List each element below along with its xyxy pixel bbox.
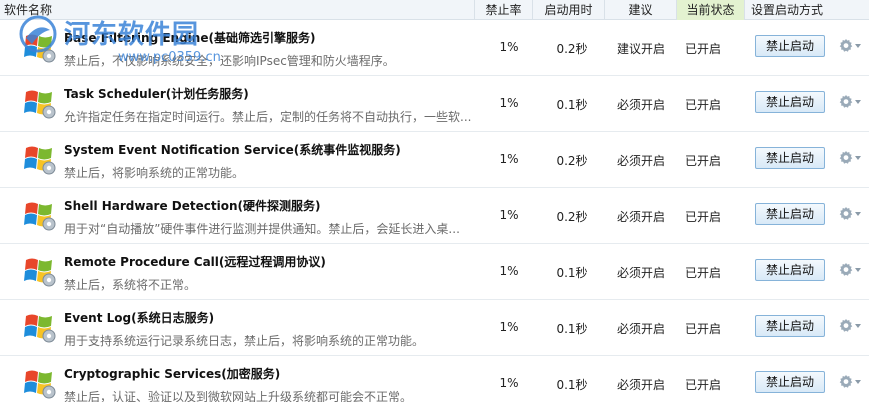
chevron-down-icon[interactable] xyxy=(855,380,861,384)
service-description: 用于对“自动播放”硬件事件进行监测并提供通知。禁止后，会延长进入桌... xyxy=(64,222,460,236)
table-header: 软件名称 禁止率 启动用时 建议 当前状态 设置启动方式 xyxy=(0,0,869,20)
advice-text: 必须开启 xyxy=(616,322,665,336)
table-row[interactable]: Remote Procedure Call(远程过程调用协议) 禁止后，系统将不… xyxy=(0,244,869,300)
table-row[interactable]: Shell Hardware Detection(硬件探测服务) 用于对“自动播… xyxy=(0,188,869,244)
chevron-down-icon[interactable] xyxy=(855,324,861,328)
column-header-status[interactable]: 当前状态 xyxy=(676,0,744,20)
advice-text: 必须开启 xyxy=(616,98,665,112)
disable-startup-button[interactable]: 禁止启动 xyxy=(755,203,825,225)
service-description: 禁止后，不仅影响系统安全，还影响IPsec管理和防火墙程序。 xyxy=(64,54,395,68)
disable-startup-button[interactable]: 禁止启动 xyxy=(755,259,825,281)
service-description: 禁止后，系统将不正常。 xyxy=(64,278,197,292)
chevron-down-icon[interactable] xyxy=(855,212,861,216)
service-name: System Event Notification Service(系统事件监视… xyxy=(64,143,401,157)
advice-text: 必须开启 xyxy=(616,378,665,392)
status-text: 已开启 xyxy=(684,322,721,336)
table-row[interactable]: Base Filtering Engine(基础筛选引擎服务) 禁止后，不仅影响… xyxy=(0,20,869,76)
service-name: Cryptographic Services(加密服务) xyxy=(64,367,281,381)
table-row[interactable]: Cryptographic Services(加密服务) 禁止后，认证、验证以及… xyxy=(0,356,869,402)
status-text: 已开启 xyxy=(684,378,721,392)
column-header-mode[interactable]: 设置启动方式 xyxy=(744,0,869,20)
startup-time: 0.2秒 xyxy=(556,210,588,224)
windows-service-icon xyxy=(24,258,56,287)
startup-time: 0.1秒 xyxy=(556,378,588,392)
disable-startup-button[interactable]: 禁止启动 xyxy=(755,371,825,393)
status-text: 已开启 xyxy=(684,154,721,168)
service-description: 用于支持系统运行记录系统日志，禁止后，将影响系统的正常功能。 xyxy=(64,334,425,348)
service-name: Task Scheduler(计划任务服务) xyxy=(64,87,249,101)
advice-text: 必须开启 xyxy=(616,154,665,168)
service-name: Remote Procedure Call(远程过程调用协议) xyxy=(64,255,326,269)
advice-text: 必须开启 xyxy=(616,210,665,224)
column-header-advice[interactable]: 建议 xyxy=(604,0,676,20)
disable-startup-button[interactable]: 禁止启动 xyxy=(755,35,825,57)
advice-text: 建议开启 xyxy=(616,42,665,56)
startup-time: 0.1秒 xyxy=(556,98,588,112)
gear-icon[interactable] xyxy=(838,150,854,166)
startup-time: 0.1秒 xyxy=(556,322,588,336)
service-description: 允许指定任务在指定时间运行。禁止后，定制的任务将不自动执行，一些软... xyxy=(64,110,472,124)
service-description: 禁止后，将影响系统的正常功能。 xyxy=(64,166,245,180)
gear-icon[interactable] xyxy=(838,374,854,390)
windows-service-icon xyxy=(24,146,56,175)
column-header-rate[interactable]: 禁止率 xyxy=(474,0,532,20)
chevron-down-icon[interactable] xyxy=(855,100,861,104)
chevron-down-icon[interactable] xyxy=(855,156,861,160)
column-header-time[interactable]: 启动用时 xyxy=(532,0,604,20)
disable-startup-button[interactable]: 禁止启动 xyxy=(755,315,825,337)
service-name: Base Filtering Engine(基础筛选引擎服务) xyxy=(64,31,316,45)
gear-icon[interactable] xyxy=(838,318,854,334)
gear-icon[interactable] xyxy=(838,262,854,278)
windows-service-icon xyxy=(24,34,56,63)
status-text: 已开启 xyxy=(684,266,721,280)
service-name: Shell Hardware Detection(硬件探测服务) xyxy=(64,199,321,213)
windows-service-icon xyxy=(24,314,56,343)
table-row[interactable]: Task Scheduler(计划任务服务) 允许指定任务在指定时间运行。禁止后… xyxy=(0,76,869,132)
startup-time: 0.1秒 xyxy=(556,266,588,280)
column-header-name[interactable]: 软件名称 xyxy=(0,0,474,20)
windows-service-icon xyxy=(24,90,56,119)
chevron-down-icon[interactable] xyxy=(855,44,861,48)
advice-text: 必须开启 xyxy=(616,266,665,280)
windows-service-icon xyxy=(24,202,56,231)
status-text: 已开启 xyxy=(684,42,721,56)
disable-startup-button[interactable]: 禁止启动 xyxy=(755,147,825,169)
startup-time: 0.2秒 xyxy=(556,154,588,168)
disable-startup-button[interactable]: 禁止启动 xyxy=(755,91,825,113)
service-description: 禁止后，认证、验证以及到微软网站上升级系统都可能会不正常。 xyxy=(64,390,413,402)
gear-icon[interactable] xyxy=(838,38,854,54)
chevron-down-icon[interactable] xyxy=(855,268,861,272)
windows-service-icon xyxy=(24,370,56,399)
table-row[interactable]: System Event Notification Service(系统事件监视… xyxy=(0,132,869,188)
status-text: 已开启 xyxy=(684,98,721,112)
service-name: Event Log(系统日志服务) xyxy=(64,311,215,325)
status-text: 已开启 xyxy=(684,210,721,224)
startup-time: 0.2秒 xyxy=(556,42,588,56)
gear-icon[interactable] xyxy=(838,94,854,110)
gear-icon[interactable] xyxy=(838,206,854,222)
table-row[interactable]: Event Log(系统日志服务) 用于支持系统运行记录系统日志，禁止后，将影响… xyxy=(0,300,869,356)
